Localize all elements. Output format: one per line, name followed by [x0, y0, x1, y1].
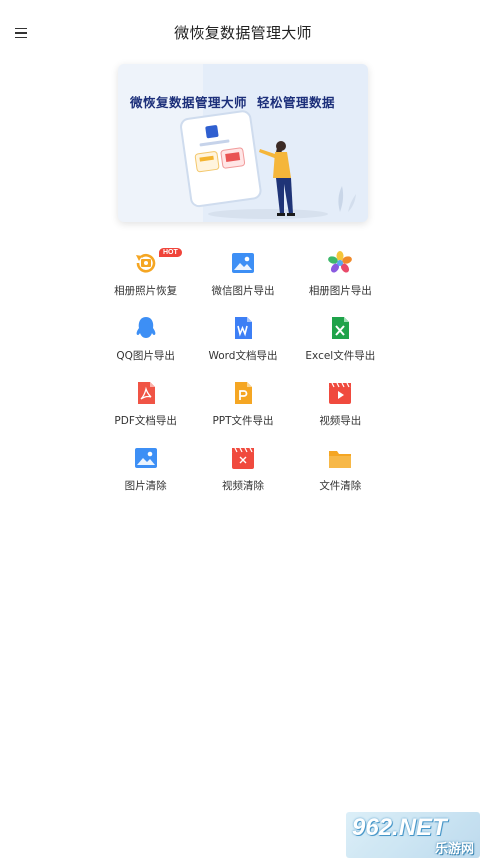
folder-icon: [329, 451, 352, 468]
feature-image-clear[interactable]: 图片清除: [97, 441, 194, 506]
site-watermark: 962.NET 乐游网: [346, 812, 480, 858]
feature-label: PPT文件导出: [212, 415, 274, 427]
qq-penguin-icon: [136, 317, 156, 338]
banner-illustration: [180, 110, 356, 219]
feature-label: 微信图片导出: [211, 285, 275, 297]
photos-flower-icon: [328, 251, 353, 273]
feature-label: 相册照片恢复: [114, 285, 178, 297]
feature-wechat-image-export[interactable]: 微信图片导出: [194, 246, 291, 311]
feature-video-export[interactable]: 视频导出: [292, 376, 389, 441]
app-header: 微恢复数据管理大师: [0, 0, 486, 66]
feature-file-clear[interactable]: 文件清除: [292, 441, 389, 506]
image-icon: [134, 448, 157, 468]
feature-label: Word文档导出: [208, 350, 278, 362]
feature-pdf-export[interactable]: PDF文档导出: [97, 376, 194, 441]
feature-label: PDF文档导出: [114, 415, 177, 427]
feature-video-clear[interactable]: 视频清除: [194, 441, 291, 506]
promo-banner[interactable]: 微恢复数据管理大师 轻松管理数据: [118, 64, 368, 222]
ppt-doc-icon: [234, 382, 252, 404]
page-title: 微恢复数据管理大师: [174, 24, 312, 42]
video-clapper-icon: [231, 447, 254, 469]
image-icon: [231, 253, 254, 273]
watermark-sub: 乐游网: [434, 842, 474, 857]
feature-label: 相册图片导出: [308, 285, 372, 297]
feature-row: QQ图片导出 Word文档导出 Excel文件导出: [97, 311, 389, 376]
photo-restore-icon: [135, 253, 155, 273]
feature-label: 图片清除: [124, 480, 167, 492]
feature-word-export[interactable]: Word文档导出: [194, 311, 291, 376]
feature-label: 文件清除: [319, 480, 362, 492]
feature-grid: HOT 相册照片恢复 微信图片导出 相册图片导出 QQ图片导出 Word文档导出…: [97, 246, 389, 506]
feature-excel-export[interactable]: Excel文件导出: [292, 311, 389, 376]
feature-label: 视频清除: [221, 480, 264, 492]
feature-label: QQ图片导出: [116, 350, 175, 362]
word-doc-icon: [234, 317, 252, 339]
feature-ppt-export[interactable]: PPT文件导出: [194, 376, 291, 441]
feature-photo-restore[interactable]: HOT 相册照片恢复: [97, 246, 194, 311]
pdf-doc-icon: [137, 382, 155, 404]
feature-label: Excel文件导出: [305, 350, 376, 362]
hot-badge: HOT: [159, 248, 182, 257]
feature-album-image-export[interactable]: 相册图片导出: [292, 246, 389, 311]
feature-qq-image-export[interactable]: QQ图片导出: [97, 311, 194, 376]
feature-row: HOT 相册照片恢复 微信图片导出 相册图片导出: [97, 246, 389, 311]
excel-doc-icon: [332, 317, 350, 339]
watermark-main: 962.NET: [352, 814, 447, 841]
video-clapper-icon: [329, 382, 352, 404]
feature-label: 视频导出: [319, 415, 362, 427]
feature-row: PDF文档导出 PPT文件导出 视频导出: [97, 376, 389, 441]
feature-row: 图片清除 视频清除 文件清除: [97, 441, 389, 506]
